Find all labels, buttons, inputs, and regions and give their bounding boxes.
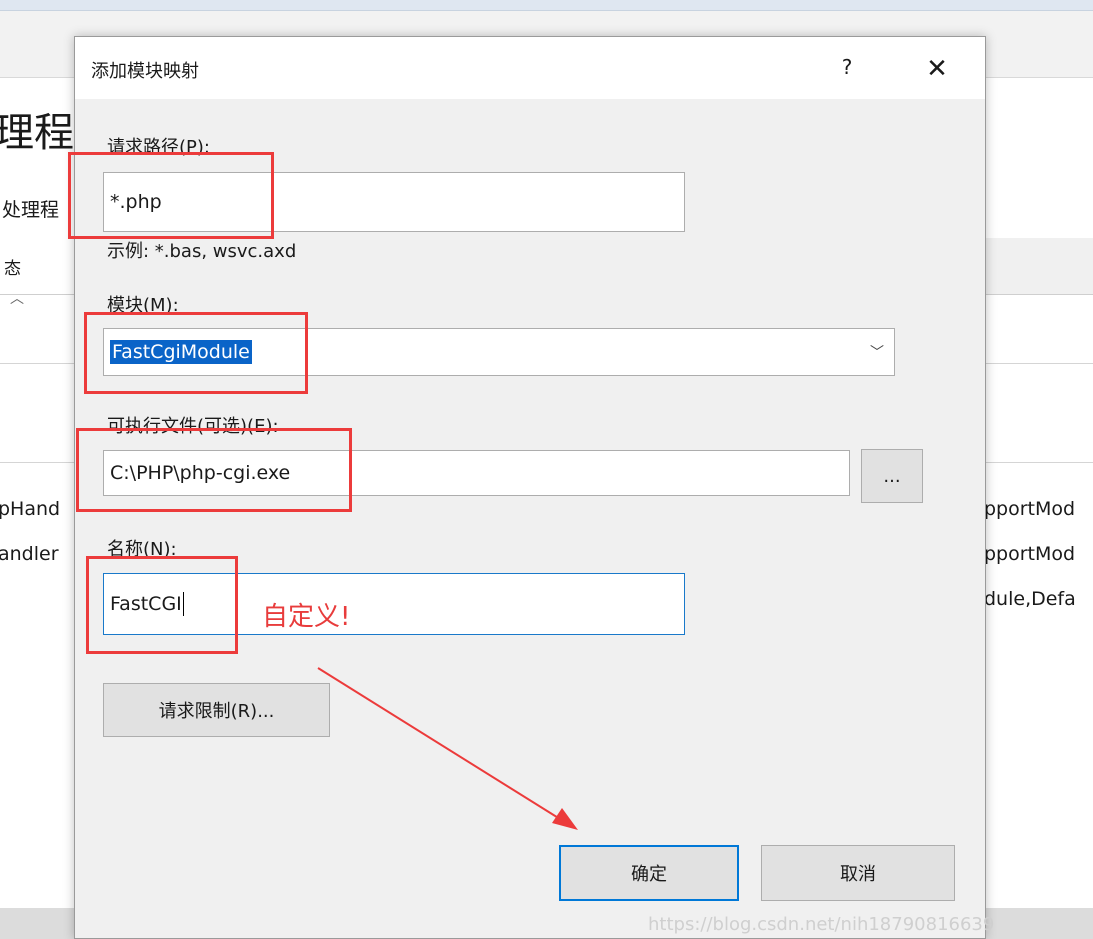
annotation-arrow	[317, 667, 578, 830]
annotation-arrow-line	[317, 667, 569, 825]
annotation-arrow-head	[552, 808, 578, 830]
watermark: https://blog.csdn.net/nih18790816639	[648, 914, 995, 935]
